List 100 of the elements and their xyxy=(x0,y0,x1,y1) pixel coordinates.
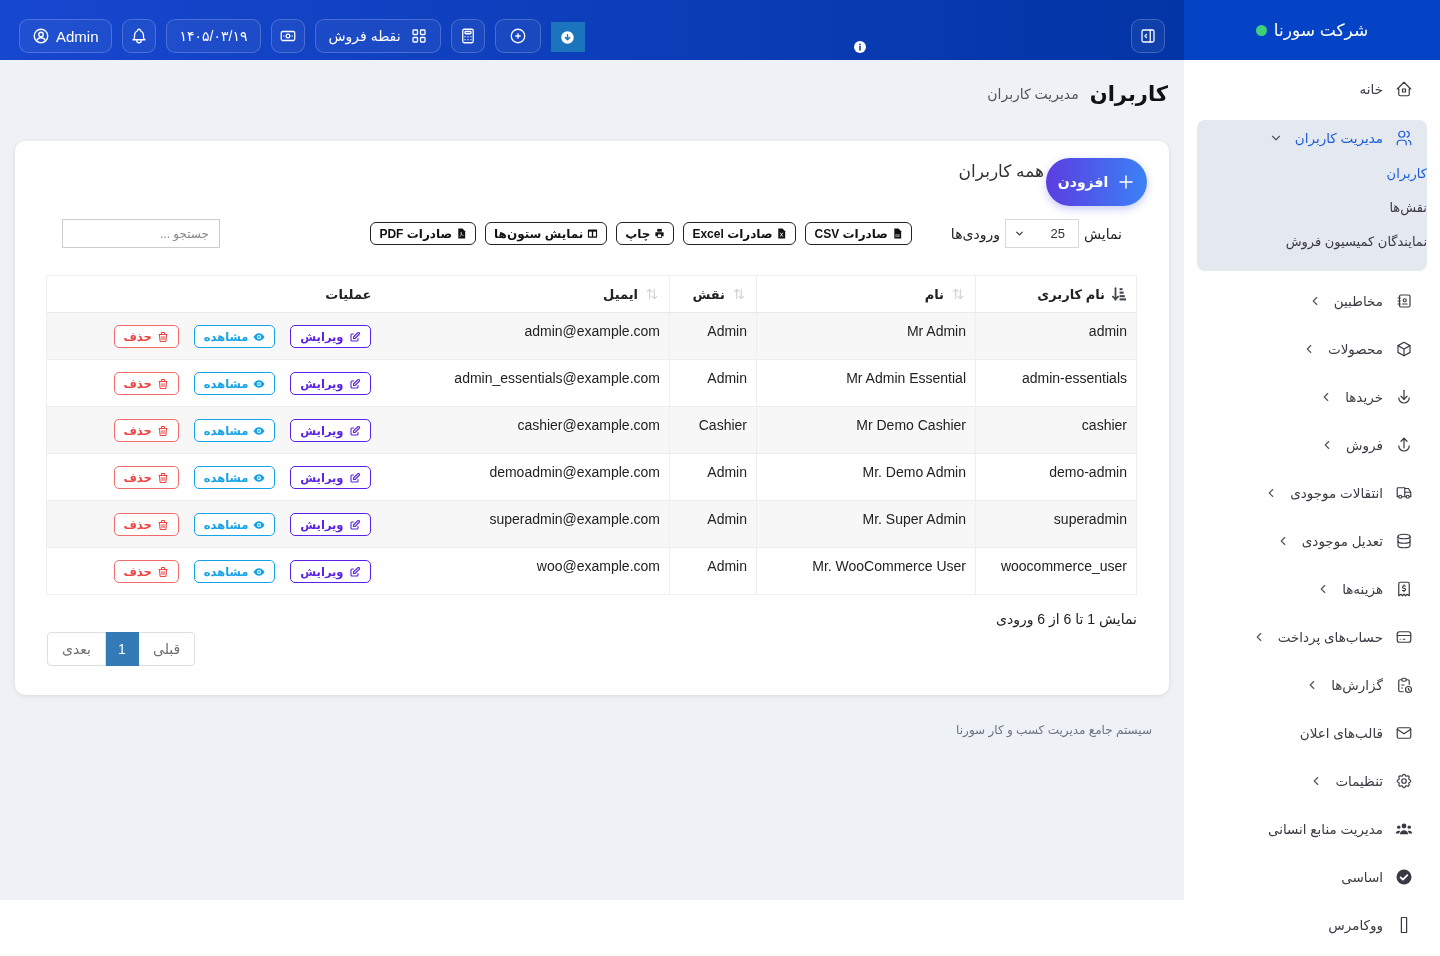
eye-icon xyxy=(253,330,266,343)
eye-icon xyxy=(253,424,266,437)
sidebar-item[interactable]: تنظیمات xyxy=(1197,757,1427,805)
table-cell: Cashier xyxy=(669,406,757,454)
download-button[interactable] xyxy=(550,22,585,52)
excel-export-button[interactable]: صادرات Excel xyxy=(683,222,797,245)
edit-icon xyxy=(348,424,361,437)
quick-add-button[interactable] xyxy=(494,19,541,53)
delete-button[interactable]: حذف xyxy=(113,466,179,489)
table-cell: Mr. WooCommerce User xyxy=(756,547,976,595)
sidebar-item[interactable]: ووکامرس xyxy=(1197,901,1427,949)
table-cell: Mr Admin xyxy=(756,312,976,360)
table-cell: superadmin xyxy=(975,500,1137,548)
table-cell: admin@example.com xyxy=(381,312,670,360)
table-cell: admin_essentials@example.com xyxy=(381,359,670,407)
delete-button[interactable]: حذف xyxy=(113,560,179,583)
trash-icon xyxy=(156,330,169,343)
sidebar-item[interactable]: تعدیل موجودی xyxy=(1197,517,1427,565)
sidebar-item[interactable]: انتقالات موجودی xyxy=(1197,469,1427,517)
search-field[interactable]: جستجو ... xyxy=(62,219,220,248)
csv-file-icon xyxy=(891,228,903,239)
plus-icon xyxy=(1117,173,1136,191)
delete-button[interactable]: حذف xyxy=(113,372,179,395)
cash-button[interactable] xyxy=(271,19,306,53)
table-cell: Admin xyxy=(669,500,757,548)
sidebar-item[interactable]: هزینه‌ها xyxy=(1197,565,1427,613)
sidebar-item[interactable]: خانه xyxy=(1197,65,1427,113)
column-header[interactable]: نام xyxy=(924,286,944,302)
edit-button[interactable]: ویرایش xyxy=(290,560,371,583)
grid-icon xyxy=(409,27,428,45)
bell-icon xyxy=(129,27,148,45)
column-header[interactable]: نام کاربری xyxy=(1037,286,1105,302)
calculator-button[interactable] xyxy=(450,19,485,53)
columns-icon xyxy=(587,228,599,239)
column-header[interactable]: نقش xyxy=(692,286,725,302)
sidebar-item[interactable]: فروش xyxy=(1197,421,1427,469)
sidebar-item[interactable]: مدیریت منابع انسانی xyxy=(1197,805,1427,853)
column-header[interactable]: ایمیل xyxy=(603,286,638,302)
submenu-item[interactable]: کاربران xyxy=(1386,156,1427,190)
plus-circle-icon xyxy=(508,27,527,45)
sidebar-item[interactable]: اساسی xyxy=(1197,853,1427,901)
sidebar-item[interactable]: محصولات xyxy=(1197,325,1427,373)
print-button[interactable]: چاپ xyxy=(616,222,675,245)
eye-icon xyxy=(253,471,266,484)
sidebar-toggle-button[interactable] xyxy=(1131,19,1165,53)
sidebar-item[interactable]: مدیریت کاربران xyxy=(1197,120,1427,156)
receipt-dollar-icon xyxy=(1395,580,1413,598)
table-cell: superadmin@example.com xyxy=(381,500,670,548)
sidebar-item[interactable]: قالب‌های اعلان xyxy=(1197,709,1427,757)
edit-button[interactable]: ویرایش xyxy=(290,325,371,348)
trash-icon xyxy=(156,565,169,578)
clipboard-clock-icon xyxy=(1395,676,1413,694)
settings-icon xyxy=(1395,772,1413,790)
table-cell: Mr. Demo Admin xyxy=(756,453,976,501)
add-button[interactable]: افزودن xyxy=(1046,158,1147,206)
submenu-item[interactable]: نمایندگان کمیسیون فروش xyxy=(1285,224,1427,258)
table-cell: cashier@example.com xyxy=(381,406,670,454)
csv-export-button[interactable]: صادرات CSV xyxy=(805,222,912,245)
edit-button[interactable]: ویرایش xyxy=(290,372,371,395)
page-size-select[interactable]: 25 xyxy=(1005,219,1079,248)
date-display: ۱۴۰۵/۰۳/۱۹ xyxy=(165,19,262,53)
footer-text: سیستم جامع مدیریت کسب و کار سورنا xyxy=(955,722,1153,737)
table-cell: admin-essentials xyxy=(975,359,1137,407)
user-menu-button[interactable]: Admin xyxy=(19,19,112,53)
sort-descending-icon[interactable] xyxy=(1112,286,1126,301)
entries-info: نمایش 1 تا 6 از 6 ورودی xyxy=(995,610,1137,628)
check-circle-icon xyxy=(1395,868,1413,886)
sidebar-item[interactable]: گزارش‌ها xyxy=(1197,661,1427,709)
table-cell: Admin xyxy=(669,359,757,407)
table-cell: Admin xyxy=(669,547,757,595)
pos-button[interactable]: نقطه فروش xyxy=(315,19,441,53)
page-button[interactable]: 1 xyxy=(104,632,139,666)
sidebar-item[interactable]: خریدها xyxy=(1197,373,1427,421)
edit-button[interactable]: ویرایش xyxy=(290,513,371,536)
delete-button[interactable]: حذف xyxy=(113,419,179,442)
chevron-down-icon xyxy=(1014,228,1025,239)
sidebar-item[interactable]: حساب‌های پرداخت xyxy=(1197,613,1427,661)
table-cell: demo-admin xyxy=(975,453,1137,501)
edit-button[interactable]: ویرایش xyxy=(290,419,371,442)
download-icon xyxy=(560,29,576,45)
printer-icon xyxy=(654,228,666,239)
pdf-export-button[interactable]: صادرات PDF xyxy=(370,222,477,245)
info-icon[interactable] xyxy=(854,41,866,53)
table-cell: Admin xyxy=(669,453,757,501)
home-icon xyxy=(1395,80,1413,98)
edit-button[interactable]: ویرایش xyxy=(290,466,371,489)
column-visibility-button[interactable]: نمایش ستون‌ها xyxy=(485,222,608,245)
submenu-item[interactable]: نقش‌ها xyxy=(1389,190,1427,224)
users-icon xyxy=(1395,129,1413,147)
company-name: شرکت سورنا xyxy=(1273,19,1369,41)
notifications-button[interactable] xyxy=(121,19,156,53)
page-title: کاربران xyxy=(1089,81,1168,108)
delete-button[interactable]: حذف xyxy=(113,513,179,536)
credit-card-icon xyxy=(1395,628,1413,646)
edit-icon xyxy=(348,471,361,484)
eye-icon xyxy=(253,518,266,531)
sidebar-item[interactable]: مخاطبین xyxy=(1197,277,1427,325)
delete-button[interactable]: حذف xyxy=(113,325,179,348)
envelope-icon xyxy=(1395,724,1413,742)
eye-icon xyxy=(253,565,266,578)
